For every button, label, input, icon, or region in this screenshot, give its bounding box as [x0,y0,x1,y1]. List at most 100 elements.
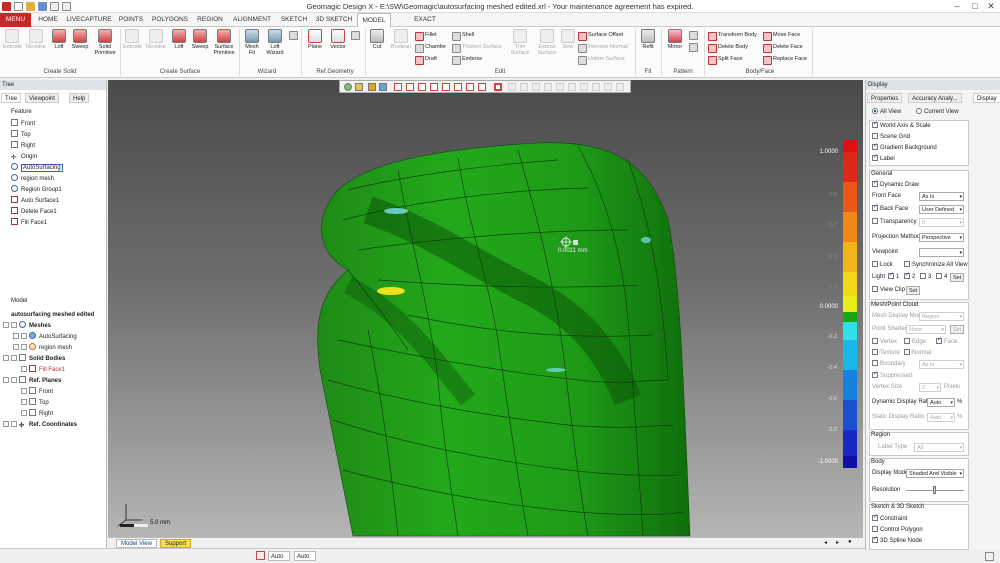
model-item-fill-face1[interactable]: Fill Face1 [21,365,65,375]
surface-loft-button[interactable]: Loft [171,29,187,50]
fit-view-icon[interactable] [406,83,414,91]
tab-region[interactable]: REGION [194,13,226,27]
back-face-checkbox[interactable]: Back Face [872,203,908,214]
extend-surface-button[interactable]: Extend Surface [534,29,560,56]
shell-button[interactable]: Shell [452,31,474,41]
tree-item-right[interactable]: Right [11,141,35,151]
disabled-tool-icon[interactable] [616,83,624,91]
tab-properties[interactable]: Properties [867,93,903,103]
light-4-checkbox[interactable]: 4 [936,273,947,282]
move-face-button[interactable]: Move Face [763,31,800,41]
normal-checkbox[interactable]: Normal [904,349,931,358]
tab-menu[interactable]: MENU [0,13,31,27]
box-select-icon[interactable] [478,83,486,91]
pan-icon[interactable] [430,83,438,91]
disabled-tool-icon[interactable] [568,83,576,91]
tab-alignment[interactable]: ALIGNMENT [230,13,274,27]
expand-icon[interactable] [3,355,9,361]
mesh-fit-button[interactable]: Mesh Fit [242,29,262,56]
clip-view-icon[interactable] [466,83,474,91]
refit-button[interactable]: Refit [639,29,657,50]
loft-wizard-button[interactable]: Loft Wizard [264,29,286,56]
solid-extrude-button[interactable]: Extrude [3,29,22,50]
expand-icon[interactable] [3,322,9,328]
zoom-icon[interactable] [418,83,426,91]
boundary-select[interactable]: As Is [919,360,964,369]
view-clip-set-button[interactable]: Set [906,286,921,295]
solid-revolve-button[interactable]: Revolve [24,29,48,50]
solid-sweep-button[interactable]: Sweep [70,29,90,50]
3d-viewport[interactable]: 0.0011 mm 5.0 mm [108,80,863,537]
body-display-mode-select[interactable]: Shaded And Visible [906,469,964,478]
vector-button[interactable]: Vector [328,29,348,50]
status-field-2[interactable]: Auto [294,551,316,561]
tree-item-fill-face1[interactable]: Fill Face1 [11,218,47,228]
expand-icon[interactable] [3,377,9,383]
model-item-region-mesh[interactable]: region mesh [13,343,72,353]
tab-support[interactable]: Support [160,539,192,548]
model-root[interactable]: autosurfacing meshed edited [11,310,94,320]
boolean-button[interactable]: Boolean [389,29,413,50]
vertex-size-input[interactable]: 2 [919,383,941,392]
tab-model-view[interactable]: Model View [116,539,157,548]
expand-icon[interactable] [3,421,9,427]
texture-checkbox[interactable]: Texture [872,349,900,358]
point-shader-select[interactable]: None [906,325,946,334]
tree-item-delete-face1[interactable]: Delete Face1 [11,207,57,217]
suppressed-checkbox[interactable]: Suppressed [872,370,912,381]
emboss-button[interactable]: Emboss [452,55,482,65]
pattern-extra-icon[interactable] [689,30,698,40]
edge-checkbox[interactable]: Edge [904,338,926,347]
disabled-tool-icon[interactable] [520,83,528,91]
refgeo-extra-icon[interactable] [351,30,360,40]
label-type-select[interactable]: All [914,443,964,452]
disabled-tool-icon[interactable] [532,83,540,91]
tab-polygons[interactable]: POLYGONS [150,13,190,27]
disabled-tool-icon[interactable] [604,83,612,91]
delete-face-button[interactable]: Delete Face [763,43,803,53]
tree-item-autosurfacing[interactable]: AutoSurfacing [11,163,63,173]
pattern-extra2-icon[interactable] [689,42,698,52]
point-shader-set-button[interactable]: Set [950,325,965,334]
light-set-button[interactable]: Set [950,273,965,282]
disabled-tool-icon[interactable] [508,83,516,91]
tab-tree[interactable]: Tree [1,93,22,103]
thicken-surface-button[interactable]: Thicken Surface [452,43,502,53]
display-mode-icon[interactable] [368,83,376,91]
surface-extrude-button[interactable]: Extrude [123,29,142,50]
filter-icon[interactable] [355,83,363,91]
front-face-select[interactable]: As Is [919,192,964,201]
surface-primitive-button[interactable]: Surface Primitive [212,29,236,56]
tab-3d-sketch[interactable]: 3D SKETCH [314,13,354,27]
scene-grid-checkbox[interactable]: Scene Grid [872,133,910,142]
status-field-1[interactable]: Auto [268,551,290,561]
render-mode-icon[interactable] [379,83,387,91]
label-checkbox[interactable]: Label [872,153,895,164]
view-clip-checkbox[interactable]: View Clip [872,286,905,295]
wizard-extra-icon[interactable] [289,30,298,40]
disabled-tool-icon[interactable] [556,83,564,91]
model-item-ref-planes[interactable]: Ref. Planes [3,376,61,386]
draft-button[interactable]: Draft [415,55,437,65]
untrim-surface-button[interactable]: Untrim Surface [578,55,625,65]
surface-offset-button[interactable]: Surface Offset [578,31,623,41]
tab-livecapture[interactable]: LIVECAPTURE [66,13,112,27]
tab-exact-surfacing[interactable]: EXACT SURFACING [395,13,455,37]
boundary-checkbox[interactable]: Boundary [872,360,906,369]
dynamic-ratio-select[interactable]: Auto [927,398,955,407]
minimize-button[interactable]: – [950,1,964,11]
plane-button[interactable]: Plane [305,29,325,50]
cut-button[interactable]: Cut [368,29,386,50]
remove-normal-button[interactable]: Remove Normal [578,43,628,53]
tab-points[interactable]: POINTS [116,13,146,27]
tree-item-region-group1[interactable]: Region Group1 [11,185,62,195]
scroll-right-icon[interactable]: ▸ [836,539,839,546]
dynamic-draw-checkbox[interactable]: Dynamic Draw [872,179,919,190]
constraint-checkbox[interactable]: Constraint [872,513,907,524]
tab-sketch[interactable]: SKETCH [278,13,310,27]
world-axis-checkbox[interactable]: World Axis & Scale [872,120,931,131]
tree-item-region-mesh[interactable]: region mesh [11,174,54,184]
model-item-ref-coordinates[interactable]: ✣ Ref. Coordinates [3,420,77,430]
sync-view-checkbox[interactable]: Synchronize All View [904,261,968,270]
viewpoint-select[interactable] [919,248,964,257]
